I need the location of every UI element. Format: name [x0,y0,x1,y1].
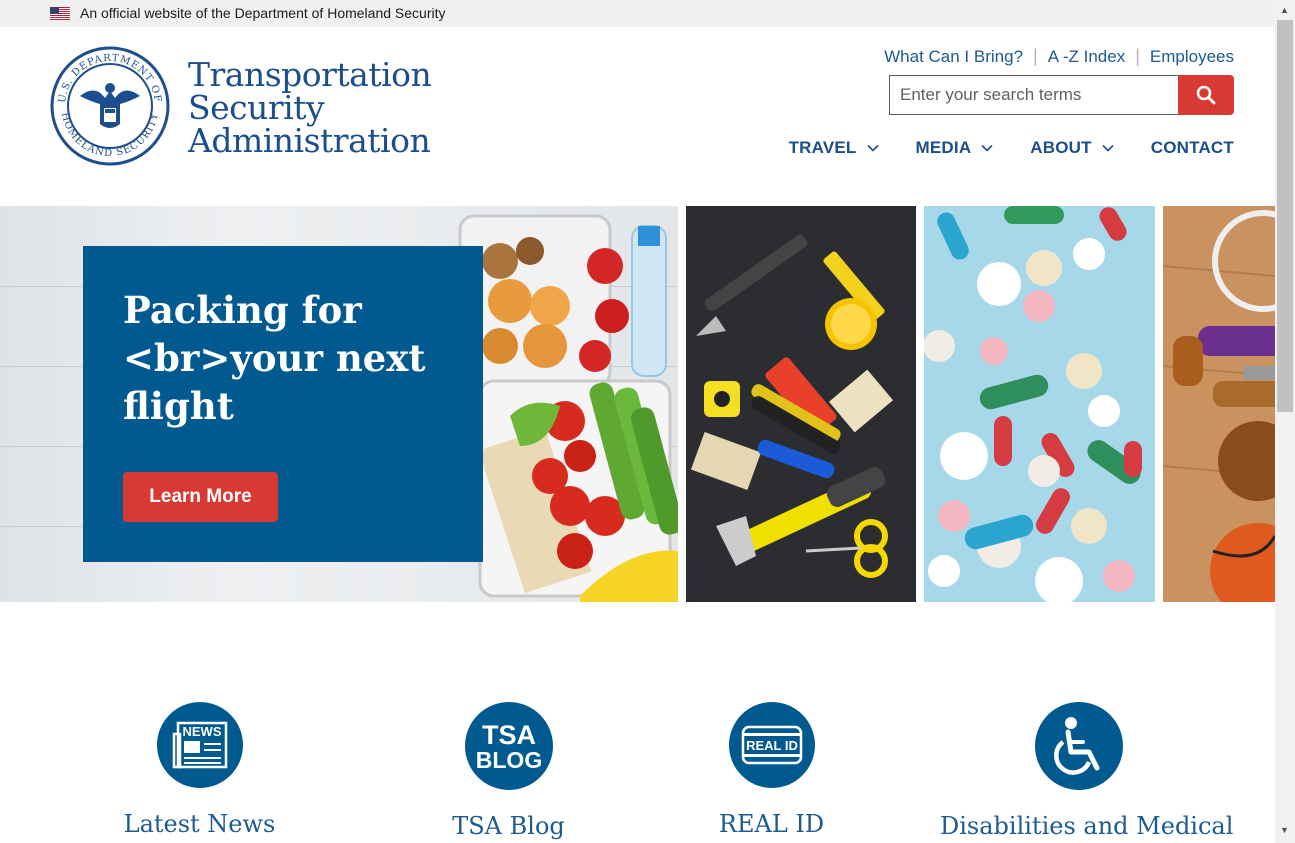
svg-text:BLOG: BLOG [475,747,541,773]
gov-banner-text: An official website of the Department of… [80,5,446,21]
quick-link-real-id[interactable]: REAL ID REAL ID [668,702,875,838]
quick-link-label: Latest News [123,810,276,838]
a-z-index-link[interactable]: A -Z Index [1048,47,1125,67]
quick-link-label: REAL ID [718,810,825,838]
chevron-down-icon [866,144,879,152]
nav-about-label: ABOUT [1030,138,1092,157]
wheelchair-icon-circle [1035,702,1123,790]
svg-text:TSA: TSA [482,720,536,750]
agency-name-line2: Security [188,88,325,127]
scrollbar[interactable]: ▲ ▼ [1275,0,1295,843]
search-icon [1196,85,1216,105]
hero-image-pills [924,206,1155,602]
nav-contact-label: CONTACT [1150,138,1234,157]
gov-banner: An official website of the Department of… [0,0,1275,27]
agency-name[interactable]: Transportation Security Administration [188,55,432,160]
nav-media-label: MEDIA [915,138,972,157]
search-form [889,75,1234,115]
quick-link-label: Disabilities and Medical [940,812,1234,840]
scrollbar-thumb[interactable] [1277,20,1293,412]
svg-text:REAL ID: REAL ID [746,738,798,753]
nav-travel[interactable]: TRAVEL [789,138,879,158]
agency-name-line3: Administration [188,121,431,160]
nav-travel-label: TRAVEL [788,138,857,157]
what-can-i-bring-link[interactable]: What Can I Bring? [884,47,1023,67]
hero-banner: Packing for <br>your next flight Learn M… [0,206,1275,602]
utility-nav: What Can I Bring? | A -Z Index | Employe… [884,46,1234,67]
scroll-up-icon[interactable]: ▲ [1280,5,1289,15]
nav-about[interactable]: ABOUT [1030,138,1114,158]
hero-title: Packing for <br>your next flight [123,288,426,428]
employees-link[interactable]: Employees [1150,47,1234,67]
agency-name-line1: Transportation [188,55,432,94]
separator: | [1033,46,1038,66]
nav-media[interactable]: MEDIA [916,138,994,158]
hero-image-food: Packing for <br>your next flight Learn M… [0,206,678,602]
separator: | [1135,46,1140,66]
nav-contact[interactable]: CONTACT [1151,138,1234,158]
quick-link-label: TSA Blog [452,812,565,840]
tsa-blog-icon: TSA BLOG [475,720,541,773]
chevron-down-icon [981,144,993,152]
scroll-down-icon[interactable]: ▼ [1280,825,1289,835]
hero-image-sports [1163,206,1275,602]
news-icon: NEWS [172,721,227,769]
real-id-icon-circle: REAL ID [728,702,815,788]
learn-more-button[interactable]: Learn More [123,472,278,522]
main-nav: TRAVEL MEDIA ABOUT CONTACT [752,138,1234,158]
search-button[interactable] [1178,75,1234,115]
wheelchair-icon [1054,717,1100,775]
quick-link-disabilities[interactable]: Disabilities and Medical [940,702,1234,840]
dhs-seal-logo[interactable]: U.S. DEPARTMENT OF HOMELAND SECURITY [50,46,170,166]
us-flag-icon [50,7,70,20]
real-id-icon: REAL ID [741,725,802,765]
chevron-down-icon [1102,144,1114,152]
hero-card: Packing for <br>your next flight Learn M… [83,246,483,562]
svg-text:NEWS: NEWS [182,724,221,739]
hero-image-tools [686,206,916,602]
news-icon-circle: NEWS [156,702,243,788]
search-input[interactable] [889,75,1178,115]
quick-link-blog[interactable]: TSA BLOG TSA Blog [405,702,612,840]
tsa-blog-icon-circle: TSA BLOG [464,702,553,790]
quick-link-news[interactable]: NEWS Latest News [96,702,303,838]
